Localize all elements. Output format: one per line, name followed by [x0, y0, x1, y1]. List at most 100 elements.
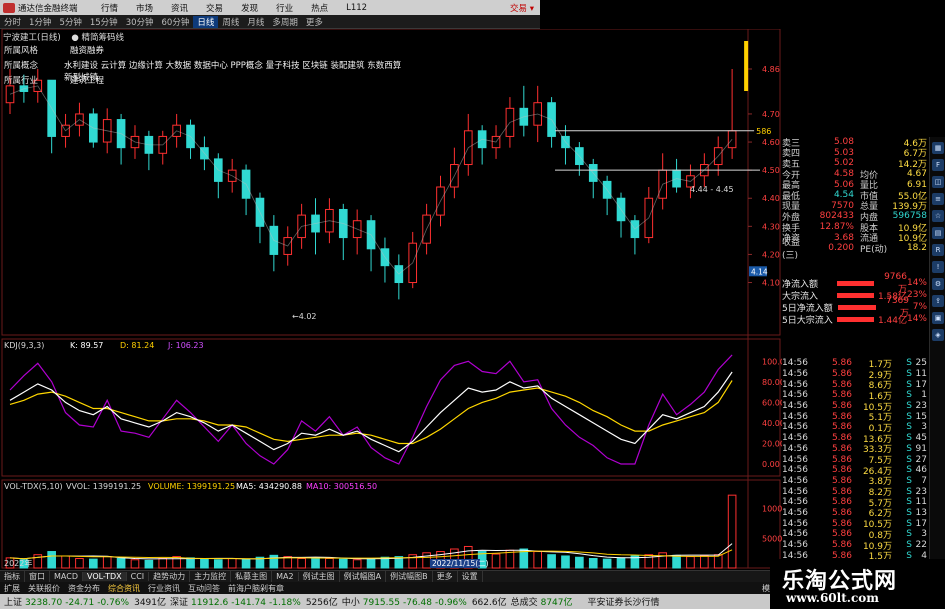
info-tab[interactable]: 互动问答 — [184, 583, 224, 594]
tick-price: 5.86 — [831, 379, 852, 390]
tick-price: 5.86 — [831, 540, 852, 551]
menu-item-hotspot[interactable]: 热点 — [302, 2, 337, 14]
period-tab-multi[interactable]: 多周期 — [268, 16, 302, 28]
indicator-tab[interactable]: MACD — [50, 572, 83, 581]
indicator-tab[interactable]: 主力监控 — [190, 571, 232, 582]
list-icon[interactable]: ≡ — [932, 193, 944, 205]
indicator-tab[interactable]: 例试幅图A — [340, 571, 387, 582]
tick-price: 5.86 — [831, 465, 852, 476]
tick-time: 14:56 — [782, 422, 808, 433]
tick-time: 14:56 — [782, 369, 808, 380]
trade-dropdown[interactable]: 交易 ▾ — [510, 2, 534, 14]
chart-icon[interactable]: ◫ — [932, 176, 944, 188]
tick-side: S — [906, 497, 912, 508]
indicator-tab[interactable]: 趋势动力 — [149, 571, 191, 582]
alert-icon[interactable]: ! — [932, 261, 944, 273]
grid-icon[interactable]: ▦ — [932, 142, 944, 154]
tick-price: 5.86 — [831, 454, 852, 465]
period-tab-1min[interactable]: 1分钟 — [25, 16, 55, 28]
tick-time: 14:56 — [782, 454, 808, 465]
period-tab-more[interactable]: 更多 — [302, 16, 327, 28]
menu-item-quotes[interactable]: 行情 — [92, 2, 127, 14]
map-icon[interactable]: ◈ — [932, 329, 944, 341]
period-tab-60min[interactable]: 60分钟 — [158, 16, 194, 28]
tick-side: S — [906, 369, 912, 380]
ticker-index[interactable]: 总成交 8747亿 — [511, 595, 584, 608]
indicator-tab[interactable]: 指标 — [0, 571, 25, 582]
info-tab[interactable]: 前海户脑剁有章 — [224, 583, 288, 594]
period-tab-15min[interactable]: 15分钟 — [86, 16, 122, 28]
info-tab[interactable]: 扩展 — [0, 583, 24, 594]
volume-bar — [241, 558, 251, 569]
menu-item-trade[interactable]: 交易 — [197, 2, 232, 14]
menu-item-industry[interactable]: 行业 — [267, 2, 302, 14]
period-tab-weekly[interactable]: 周线 — [218, 16, 243, 28]
tick-side: S — [906, 518, 912, 529]
info-tab[interactable]: 综合资讯 — [104, 583, 144, 594]
kdj-axis-label: 40.00 — [762, 419, 782, 428]
menu-item-discover[interactable]: 发现 — [232, 2, 267, 14]
indicator-tab[interactable]: MA2 — [272, 572, 299, 581]
indicator-tab[interactable]: VOL-TDX — [82, 572, 127, 581]
indicator-tab[interactable]: CCI — [127, 572, 150, 581]
ticker-name: 上证 — [4, 598, 23, 608]
tick-price: 5.86 — [831, 497, 852, 508]
stock-tag[interactable]: ● 精简筹码线 — [71, 33, 124, 43]
kdj-header: J: 106.23 — [167, 341, 204, 350]
kdj-axis-label: 80.00 — [762, 378, 782, 387]
tick-time: 14:56 — [782, 465, 808, 476]
ticker-index[interactable]: 中小 7915.55 -76.48 -0.96% 662.6亿 — [342, 595, 507, 608]
rsi-icon[interactable]: R — [932, 244, 944, 256]
period-tab-5min[interactable]: 5分钟 — [55, 16, 85, 28]
indicator-tab[interactable]: 例试主图 — [299, 571, 340, 582]
watermark-url: www.60lt.com — [786, 591, 879, 605]
info-tab[interactable]: 关联报价 — [24, 583, 64, 594]
info-concept-value: 水利建设 云计算 边缘计算 大数据 数据中心 PPP概念 量子科技 区块链 装配… — [64, 61, 402, 83]
tool-icon[interactable]: ⚙ — [932, 278, 944, 290]
info-tab[interactable]: 资金分布 — [64, 583, 104, 594]
star-icon[interactable]: ☆ — [932, 210, 944, 222]
menu-item-news[interactable]: 资讯 — [162, 2, 197, 14]
info-tab[interactable]: 行业资讯 — [144, 583, 184, 594]
stock-name[interactable]: 宁波建工(日线) — [3, 33, 61, 43]
ticker-index[interactable]: 上证 3238.70 -24.71 -0.76% 3491亿 — [4, 595, 166, 608]
volume-bar — [588, 558, 598, 569]
ticker-amount: 3491亿 — [134, 598, 166, 608]
tick-count: 27 — [915, 454, 927, 465]
indicator-tab[interactable]: 窗口 — [25, 571, 50, 582]
period-tab-30min[interactable]: 30分钟 — [122, 16, 158, 28]
price-axis-label: 4.30 — [762, 222, 780, 231]
tick-count: 1 — [921, 390, 927, 401]
menu-item-l112[interactable]: L112 — [337, 3, 376, 13]
volume-bar — [75, 558, 84, 569]
news-icon[interactable]: ▤ — [932, 227, 944, 239]
stock-chart[interactable]: 4.86 4.70 4.60 4.50 4.40 4.30 4.20 4.10 586 ←4.02… — [0, 29, 782, 570]
tick-price: 5.86 — [831, 486, 852, 497]
tick-side: S — [906, 411, 912, 422]
menu-item-market[interactable]: 市场 — [127, 2, 162, 14]
flow-row: 5日净流入额 7369万 7% — [782, 296, 927, 319]
period-tab-intraday[interactable]: 分时 — [0, 16, 25, 28]
f10-icon[interactable]: F — [932, 159, 944, 171]
price-axis-label: 4.50 — [762, 166, 780, 175]
indicator-tab[interactable]: 例试幅图B — [386, 571, 433, 582]
indicator-tab[interactable]: 设置 — [458, 571, 483, 582]
period-tab-daily[interactable]: 日线 — [193, 15, 219, 28]
tick-list[interactable]: 14:56 5.86 1.7万 S 25 14:56 5.86 2.9万 S 11 14:56 5.8… — [782, 358, 927, 562]
price-axis-label: 4.40 — [762, 194, 780, 203]
tick-price: 5.86 — [831, 529, 852, 540]
ticker-pct: -0.76% — [97, 598, 130, 608]
volume-bar — [311, 557, 320, 569]
share-icon[interactable]: ⇪ — [932, 295, 944, 307]
kdj-axis-label: 100.00 — [762, 357, 782, 366]
volume-bar — [366, 558, 376, 569]
window-icon[interactable]: ▣ — [932, 312, 944, 324]
quote-value: 5.08 — [833, 137, 854, 148]
flow-bar — [838, 304, 876, 310]
ticker-index[interactable]: 深证 11912.6 -141.74 -1.18% 5256亿 — [170, 595, 338, 608]
indicator-tab[interactable]: 私募主图 — [231, 571, 273, 582]
tick-price: 5.86 — [831, 475, 852, 486]
indicator-tab[interactable]: 更多 — [433, 571, 458, 582]
period-tab-monthly[interactable]: 月线 — [243, 16, 268, 28]
flow-row: 5日大宗流入 1.44亿 14% — [782, 313, 927, 326]
